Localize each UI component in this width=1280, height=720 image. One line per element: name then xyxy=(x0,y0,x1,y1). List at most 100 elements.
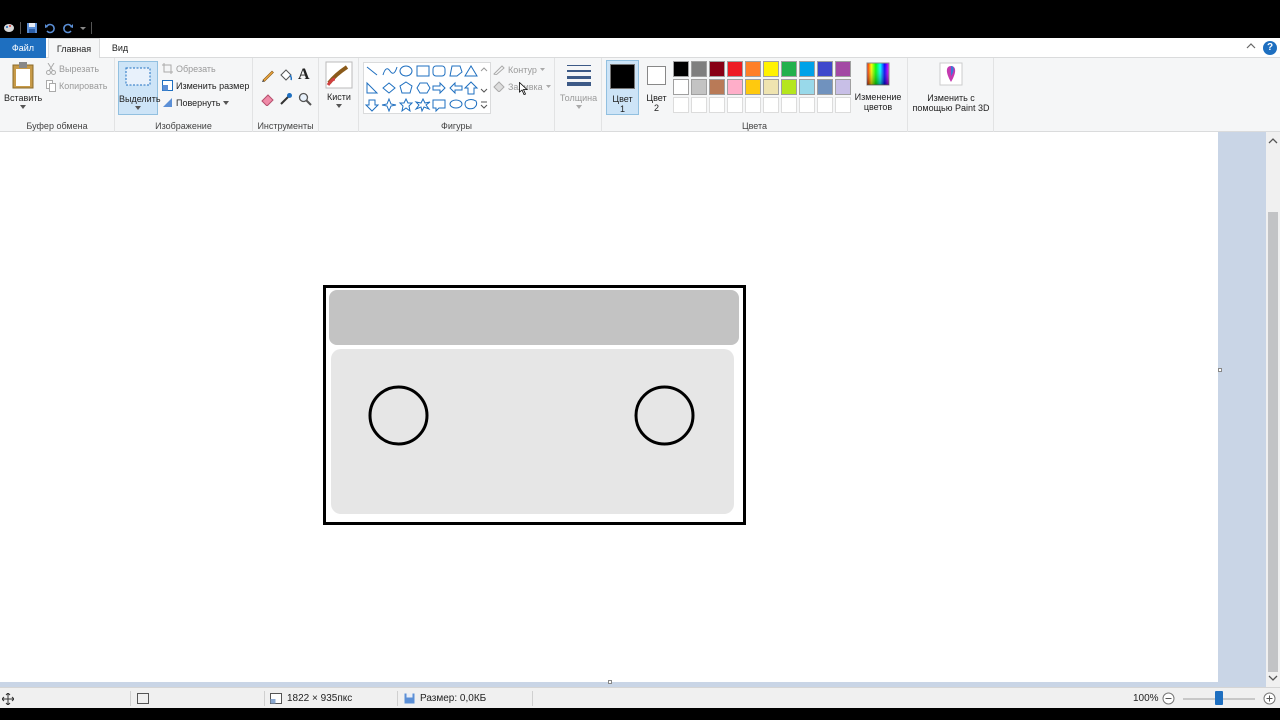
quick-access-toolbar xyxy=(2,20,92,36)
palette-empty-swatch[interactable] xyxy=(709,97,725,113)
palette-color-swatch[interactable] xyxy=(781,61,797,77)
drawing xyxy=(323,285,746,525)
zoom-slider-thumb[interactable] xyxy=(1215,691,1223,705)
zoom-out-icon[interactable] xyxy=(1162,692,1175,707)
edit-with-paint3d-button[interactable]: Изменить с помощью Paint 3D xyxy=(910,62,992,116)
redo-icon[interactable] xyxy=(61,21,75,35)
resize-icon xyxy=(162,80,173,91)
canvas-resize-handle-bottom[interactable] xyxy=(608,680,612,684)
fill-bucket-icon xyxy=(493,81,505,92)
palette-color-swatch[interactable] xyxy=(673,79,689,95)
palette-empty-swatch[interactable] xyxy=(799,97,815,113)
palette-empty-swatch[interactable] xyxy=(745,97,761,113)
palette-color-swatch[interactable] xyxy=(817,61,833,77)
outline-button[interactable]: Контур xyxy=(493,64,545,75)
palette-empty-swatch[interactable] xyxy=(781,97,797,113)
eraser-icon[interactable] xyxy=(261,92,275,108)
palette-empty-swatch[interactable] xyxy=(817,97,833,113)
palette-color-swatch[interactable] xyxy=(709,79,725,95)
brushes-button[interactable]: Кисти xyxy=(323,61,355,115)
resize-button[interactable]: Изменить размер xyxy=(162,80,249,91)
palette-empty-swatch[interactable] xyxy=(835,97,851,113)
color2-button[interactable]: Цвет 2 xyxy=(640,60,673,115)
palette-color-swatch[interactable] xyxy=(763,79,779,95)
palette-color-swatch[interactable] xyxy=(799,79,815,95)
chevron-down-icon xyxy=(539,68,545,71)
menu-bar: Файл Главная Вид ? xyxy=(0,38,1280,59)
chevron-down-icon xyxy=(135,106,141,110)
crop-label: Обрезать xyxy=(176,63,216,74)
customize-qat-icon[interactable] xyxy=(79,21,87,35)
crop-button[interactable]: Обрезать xyxy=(162,63,216,74)
palette-color-swatch[interactable] xyxy=(763,61,779,77)
paint-app-icon[interactable] xyxy=(2,21,16,35)
color-picker-icon[interactable] xyxy=(279,92,293,108)
palette-empty-swatch[interactable] xyxy=(727,97,743,113)
edit-colors-button[interactable]: Изменение цветов xyxy=(854,60,902,115)
cut-label: Вырезать xyxy=(59,64,100,74)
scrollbar-thumb[interactable] xyxy=(1268,212,1278,672)
clipboard-group-label: Буфер обмена xyxy=(26,121,88,131)
vertical-scrollbar[interactable] xyxy=(1266,132,1280,687)
shapes-scroll[interactable] xyxy=(480,64,488,112)
chevron-down-icon xyxy=(223,100,230,105)
palette-color-swatch[interactable] xyxy=(817,79,833,95)
text-tool-icon[interactable]: A xyxy=(298,66,310,84)
palette-color-swatch[interactable] xyxy=(781,79,797,95)
status-bar: 1822 × 935пкс Размер: 0,0КБ 100% xyxy=(0,687,1280,708)
tab-home[interactable]: Главная xyxy=(48,38,100,59)
undo-icon[interactable] xyxy=(43,21,57,35)
colors-group-label: Цвета xyxy=(741,121,768,131)
edit-colors-label-1: Изменение xyxy=(854,92,902,102)
size-button[interactable]: Толщина xyxy=(559,62,598,116)
canvas-resize-handle-right[interactable] xyxy=(1218,368,1222,372)
palette-color-swatch[interactable] xyxy=(709,61,725,77)
magnifier-icon[interactable] xyxy=(298,92,312,108)
size-group: Толщина xyxy=(555,58,602,132)
palette-color-swatch[interactable] xyxy=(673,61,689,77)
palette-color-swatch[interactable] xyxy=(745,61,761,77)
paste-label: Вставить xyxy=(4,93,43,103)
shapes-gallery[interactable] xyxy=(363,62,491,114)
color-spectrum-icon xyxy=(866,62,890,86)
select-button[interactable]: Выделить xyxy=(118,61,161,115)
palette-color-swatch[interactable] xyxy=(835,79,851,95)
palette-empty-swatch[interactable] xyxy=(673,97,689,113)
palette-empty-swatch[interactable] xyxy=(763,97,779,113)
collapse-ribbon-icon[interactable] xyxy=(1246,41,1256,51)
palette-color-swatch[interactable] xyxy=(727,79,743,95)
save-icon[interactable] xyxy=(25,21,39,35)
color2-number: 2 xyxy=(653,103,659,113)
chevron-down-icon xyxy=(20,105,26,109)
palette-color-swatch[interactable] xyxy=(835,61,851,77)
tools-group: A Инструменты xyxy=(253,58,319,132)
palette-color-swatch[interactable] xyxy=(691,61,707,77)
tab-file[interactable]: Файл xyxy=(0,38,46,58)
resize-label: Изменить размер xyxy=(176,80,250,91)
color1-number: 1 xyxy=(619,104,625,114)
palette-color-swatch[interactable] xyxy=(799,61,815,77)
select-label: Выделить xyxy=(119,94,161,104)
scroll-down-icon[interactable] xyxy=(1266,671,1280,685)
fill-bucket-icon[interactable] xyxy=(279,68,293,84)
drawing-canvas[interactable] xyxy=(0,132,1222,684)
palette-empty-swatch[interactable] xyxy=(691,97,707,113)
palette-color-swatch[interactable] xyxy=(745,79,761,95)
palette-color-swatch[interactable] xyxy=(691,79,707,95)
copy-button[interactable]: Копировать xyxy=(46,80,107,92)
paste-button[interactable]: Вставить xyxy=(4,61,42,113)
zoom-in-icon[interactable] xyxy=(1263,692,1276,707)
clipboard-icon xyxy=(12,62,34,89)
help-button[interactable]: ? xyxy=(1263,41,1277,55)
mouse-cursor-icon xyxy=(519,81,529,97)
palette-color-swatch[interactable] xyxy=(727,61,743,77)
rotate-button[interactable]: Повернуть xyxy=(162,97,230,108)
cut-button[interactable]: Вырезать xyxy=(46,63,99,75)
rotate-label: Повернуть xyxy=(176,97,221,108)
image-size-icon xyxy=(270,693,282,704)
tab-view[interactable]: Вид xyxy=(102,38,138,58)
pencil-icon[interactable] xyxy=(261,68,275,84)
scroll-up-icon[interactable] xyxy=(1266,134,1280,148)
paint3d-icon xyxy=(939,62,963,86)
color1-button[interactable]: Цвет 1 xyxy=(606,60,639,115)
